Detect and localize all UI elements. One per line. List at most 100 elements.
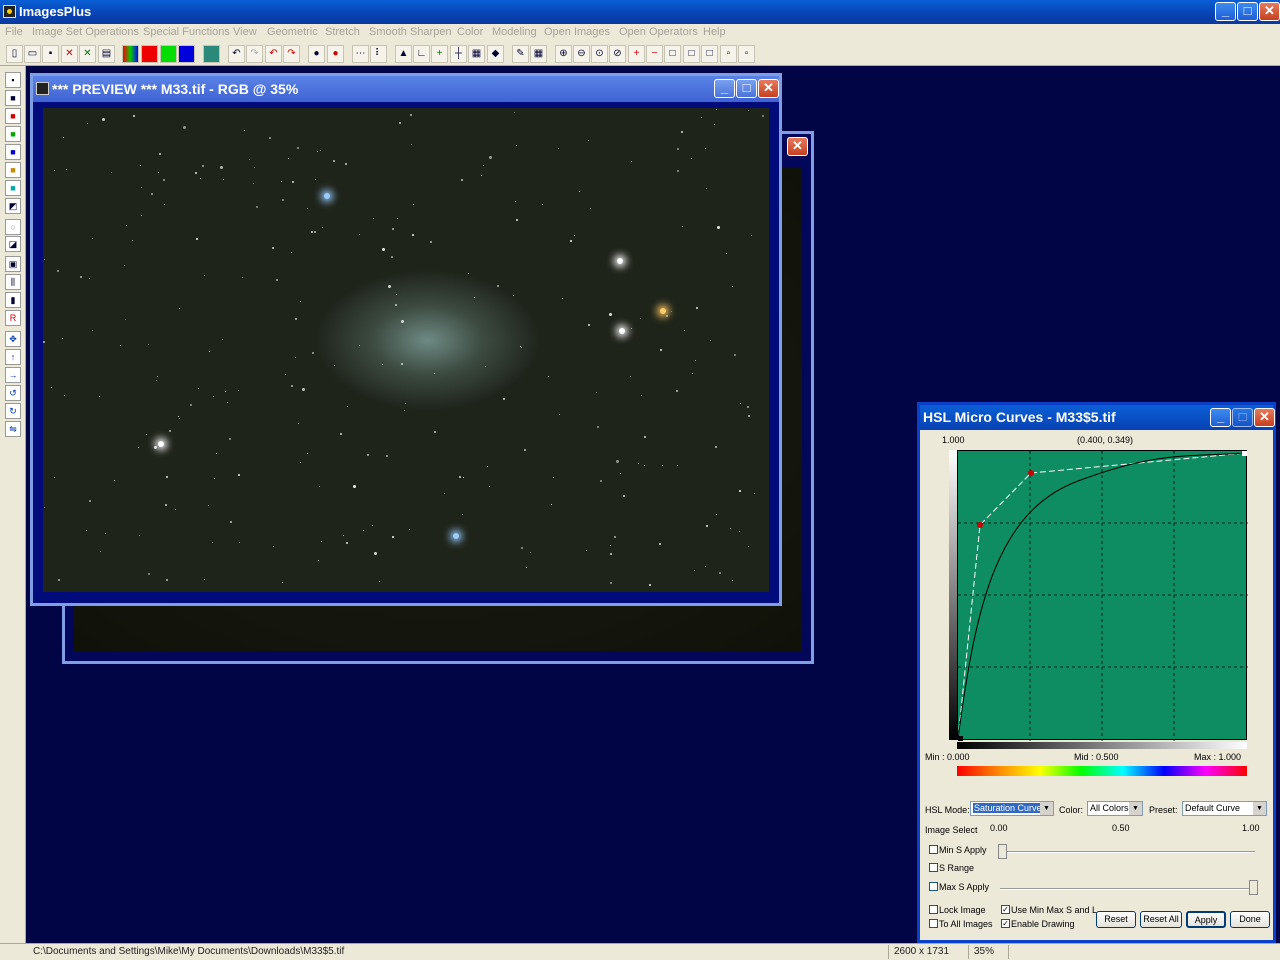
bars-icon[interactable]: ⫼ (5, 274, 21, 290)
preview-title-bar[interactable]: *** PREVIEW *** M33.tif - RGB @ 35% _ □ … (33, 76, 779, 102)
black-bar-icon[interactable]: ▮ (5, 292, 21, 308)
zoom-fit-icon[interactable]: ⊙ (591, 45, 608, 63)
green-square-icon[interactable]: ■ (5, 126, 21, 142)
cyan-square-icon[interactable]: ■ (5, 180, 21, 196)
enable-drawing-checkbox[interactable]: ✓ (1001, 919, 1010, 928)
red-channel-icon[interactable] (141, 45, 158, 63)
pencil-icon[interactable]: ✎ (512, 45, 529, 63)
move-icon[interactable]: ✥ (5, 331, 21, 347)
save-small-icon[interactable]: ▪ (5, 72, 21, 88)
menu-smooth-sharpen[interactable]: Smooth Sharpen (369, 26, 452, 38)
apply-button[interactable]: Apply (1186, 911, 1226, 928)
minimize-button[interactable]: _ (1215, 2, 1236, 21)
undo-all-icon[interactable]: ↶ (265, 45, 282, 63)
red-square-icon[interactable]: ■ (5, 108, 21, 124)
levels-icon[interactable]: ∟ (413, 45, 430, 63)
maximize-button[interactable]: □ (1237, 2, 1258, 21)
preview-window[interactable]: *** PREVIEW *** M33.tif - RGB @ 35% _ □ … (30, 73, 782, 606)
square-1-icon[interactable]: □ (664, 45, 681, 63)
use-min-max-checkbox[interactable]: ✓ (1001, 905, 1010, 914)
menu-open-operators[interactable]: Open Operators (619, 26, 698, 38)
max-s-slider-thumb[interactable] (1249, 880, 1258, 895)
hsl-close-button[interactable]: ✕ (1254, 408, 1275, 427)
menu-help[interactable]: Help (703, 26, 726, 38)
blue-channel-icon[interactable] (178, 45, 195, 63)
zoom-out-icon[interactable]: ⊖ (573, 45, 590, 63)
preview-minimize-button[interactable]: _ (714, 79, 735, 98)
contrast-icon[interactable]: ◩ (5, 198, 21, 214)
hsl-title-bar[interactable]: HSL Micro Curves - M33$5.tif _ □ ✕ (920, 405, 1275, 430)
grid-select-icon[interactable]: ▦ (530, 45, 547, 63)
new-icon[interactable]: ▯ (6, 45, 23, 63)
gradient-icon[interactable]: ◪ (5, 236, 21, 252)
triangle-icon[interactable]: ▲ (395, 45, 412, 63)
galaxy-image[interactable] (43, 108, 769, 592)
preview-close-button[interactable]: ✕ (758, 79, 779, 98)
reset-button[interactable]: Reset (1096, 911, 1136, 928)
menu-stretch[interactable]: Stretch (325, 26, 360, 38)
menu-view[interactable]: View (233, 26, 257, 38)
rgb-channels-icon[interactable] (122, 45, 139, 63)
select-rect-icon[interactable]: ▣ (5, 256, 21, 272)
crosshair-icon[interactable]: ┼ (450, 45, 467, 63)
mask-icon[interactable]: ● (308, 45, 325, 63)
menu-special-functions[interactable]: Special Functions (143, 26, 230, 38)
square-2-icon[interactable]: □ (683, 45, 700, 63)
mask-red-icon[interactable]: ● (327, 45, 344, 63)
menu-file[interactable]: File (5, 26, 23, 38)
arrow-up-icon[interactable]: ↑ (5, 349, 21, 365)
zoom-in-icon[interactable]: ⊕ (555, 45, 572, 63)
close-button[interactable]: ✕ (1259, 2, 1280, 21)
done-button[interactable]: Done (1230, 911, 1270, 928)
to-all-images-checkbox[interactable] (929, 919, 938, 928)
hsl-minimize-button[interactable]: _ (1210, 408, 1231, 427)
preset-select[interactable]: Default Curve ▼ (1182, 801, 1267, 816)
print-icon[interactable]: ▤ (98, 45, 115, 63)
black-square-icon[interactable]: ■ (5, 90, 21, 106)
menu-image-set-operations[interactable]: Image Set Operations (32, 26, 139, 38)
curve-graph[interactable] (957, 450, 1248, 741)
lock-image-checkbox[interactable] (929, 905, 938, 914)
close-image-icon[interactable]: ✕ (61, 45, 78, 63)
grid-icon[interactable] (203, 45, 220, 63)
curve-svg[interactable] (957, 451, 1248, 741)
hsl-mode-select[interactable]: Saturation Curve ▼ (970, 801, 1054, 816)
yellow-square-icon[interactable]: ■ (5, 162, 21, 178)
rotate-left-icon[interactable]: ↺ (5, 385, 21, 401)
histogram-icon[interactable]: ⠇ (370, 45, 387, 63)
zoom-actual-icon[interactable]: ⊘ (609, 45, 626, 63)
crop-icon[interactable]: R (5, 310, 21, 326)
add-icon[interactable]: + (431, 45, 448, 63)
s-range-checkbox[interactable] (929, 863, 938, 872)
square-5-icon[interactable]: ▫ (738, 45, 755, 63)
menu-modeling[interactable]: Modeling (492, 26, 537, 38)
close-all-icon[interactable]: ✕ (79, 45, 96, 63)
open-folder-icon[interactable]: ▭ (24, 45, 41, 63)
menu-geometric[interactable]: Geometric (267, 26, 318, 38)
rotate-right-icon[interactable]: ↻ (5, 403, 21, 419)
zoom-red-minus-icon[interactable]: − (646, 45, 663, 63)
palette-icon[interactable]: ◆ (487, 45, 504, 63)
arrow-right-icon[interactable]: → (5, 367, 21, 383)
control-point-2[interactable] (1028, 470, 1034, 476)
max-s-slider[interactable] (1000, 888, 1255, 890)
control-point-end[interactable] (1242, 451, 1247, 456)
zoom-red-plus-icon[interactable]: + (628, 45, 645, 63)
menu-color[interactable]: Color (457, 26, 483, 38)
control-point-1[interactable] (977, 522, 983, 528)
back-window-close-button[interactable]: ✕ (787, 137, 808, 156)
undo-icon[interactable]: ↶ (228, 45, 245, 63)
green-channel-icon[interactable] (160, 45, 177, 63)
square-3-icon[interactable]: □ (701, 45, 718, 63)
min-s-slider-thumb[interactable] (998, 844, 1007, 859)
dotted-line-icon[interactable]: ⋯ (352, 45, 369, 63)
table-icon[interactable]: ▦ (468, 45, 485, 63)
control-point-start[interactable] (958, 736, 963, 741)
flip-icon[interactable]: ⇋ (5, 421, 21, 437)
max-s-apply-checkbox[interactable] (929, 882, 938, 891)
redo-icon[interactable]: ↷ (246, 45, 263, 63)
min-s-slider[interactable] (1000, 851, 1255, 853)
reset-all-button[interactable]: Reset All (1140, 911, 1182, 928)
min-s-apply-checkbox[interactable] (929, 845, 938, 854)
hsl-maximize-button[interactable]: □ (1232, 408, 1253, 427)
